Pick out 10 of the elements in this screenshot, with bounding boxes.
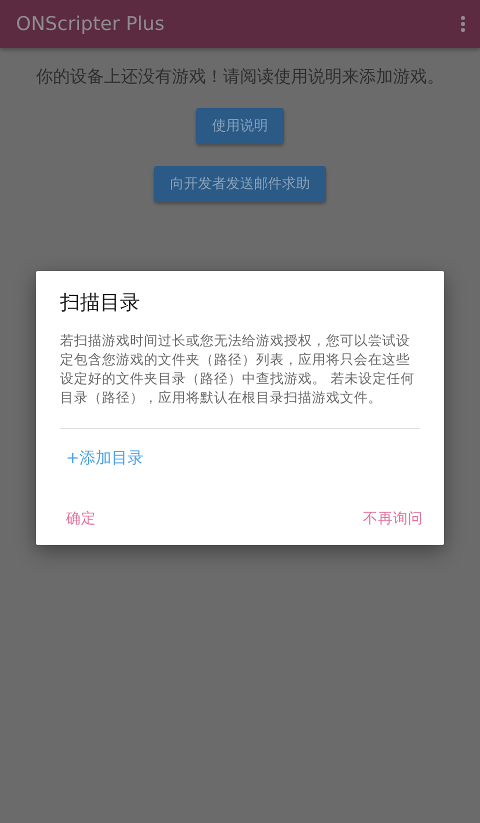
menu-icon[interactable]: [460, 15, 466, 33]
dialog-text: 若扫描游戏时间过长或您无法给游戏授权，您可以尝试设定包含您游戏的文件夹（路径）列表，应用将只会在这些设定好的文件夹目录（路径）中查找游戏。 若未设定任何目录（路径），应用将默认在根目录扫描游戏文件。: [60, 332, 416, 408]
dont-ask-button[interactable]: 不再询问: [363, 509, 423, 528]
confirm-button[interactable]: 确定: [66, 509, 96, 528]
manual-button[interactable]: 使用说明: [196, 108, 284, 144]
dialog-title: 扫描目录: [60, 289, 141, 316]
add-directory-button[interactable]: +添加目录: [66, 448, 144, 469]
email-button[interactable]: 向开发者发送邮件求助: [154, 166, 326, 202]
empty-message: 你的设备上还没有游戏！请阅读使用说明来添加游戏。: [36, 66, 444, 88]
app-title: ONScripter Plus: [16, 13, 164, 35]
